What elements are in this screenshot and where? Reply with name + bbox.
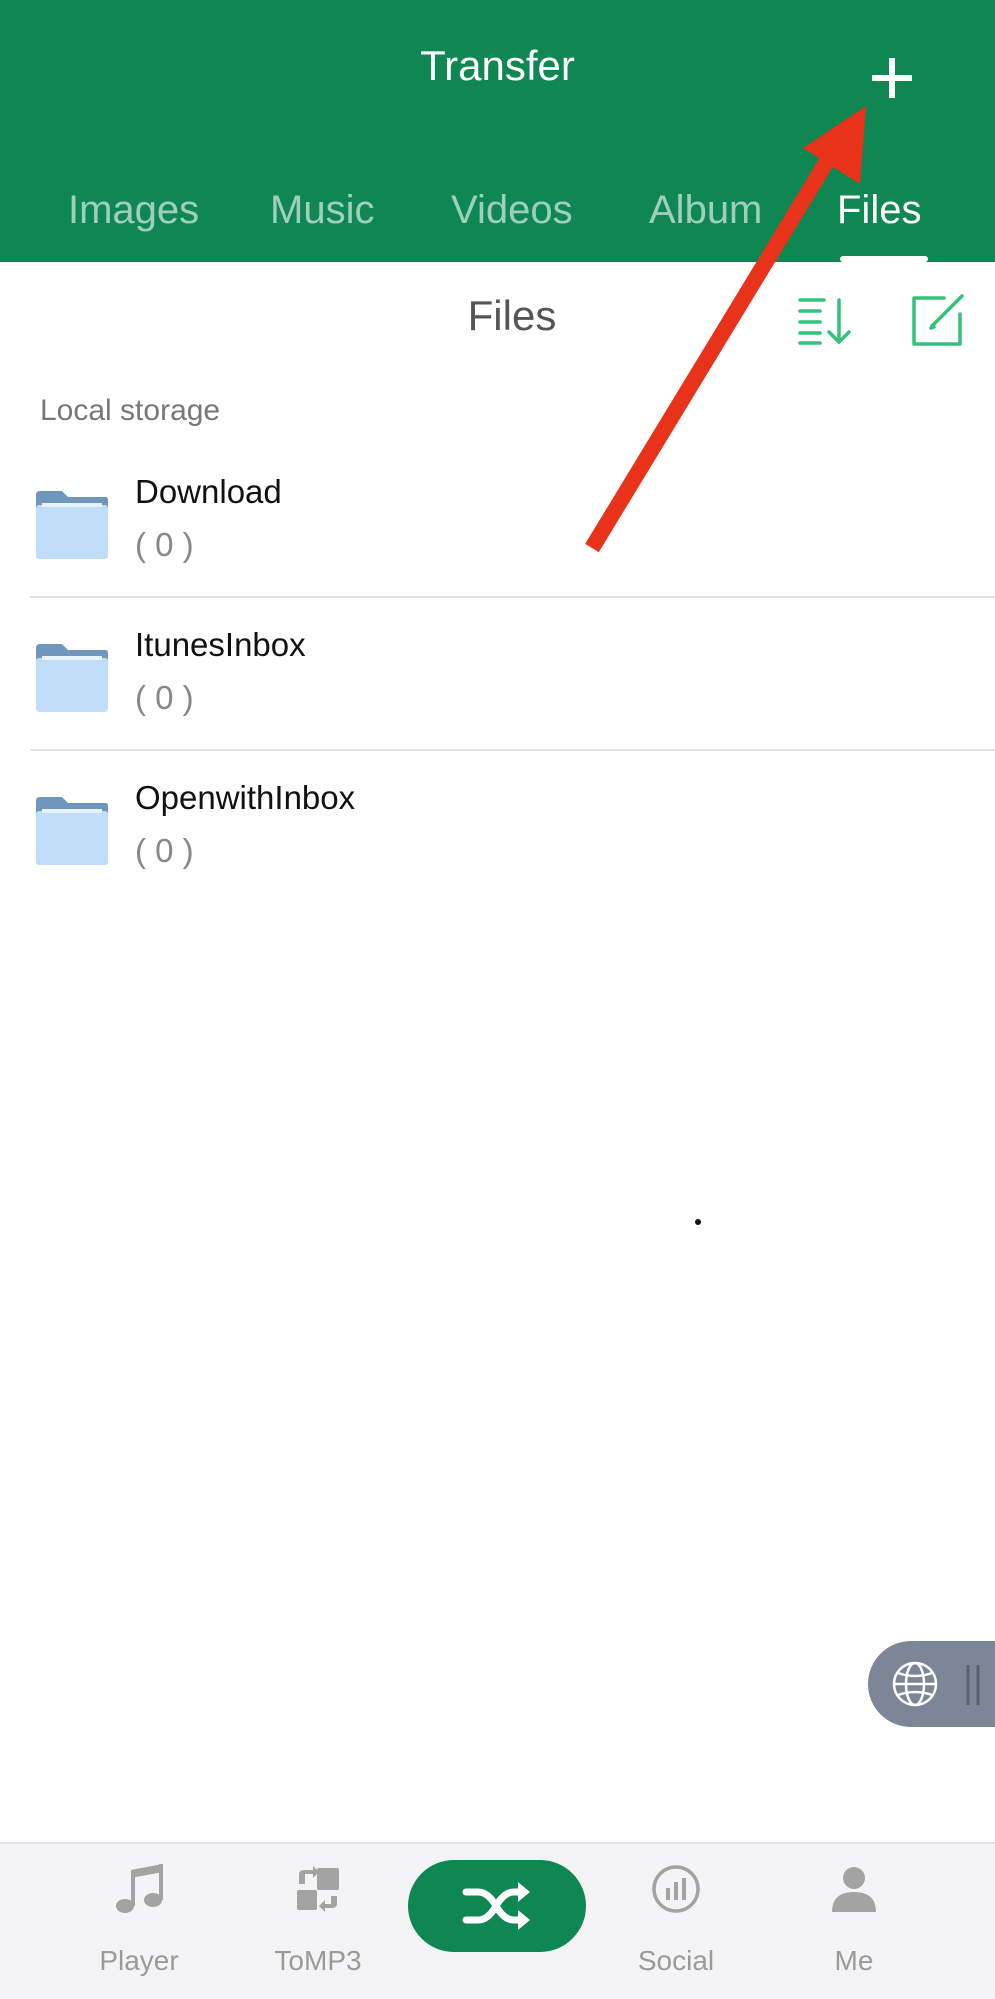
tab-album[interactable]: Album — [649, 188, 762, 233]
nav-tomp3[interactable]: ToMP3 — [243, 1844, 393, 1999]
folder-row-openwithinbox[interactable]: OpenwithInbox ( 0 ) — [0, 751, 995, 904]
convert-icon — [297, 1866, 339, 1912]
edit-icon — [912, 294, 964, 346]
folder-count: ( 0 ) — [135, 832, 194, 869]
folder-icon — [36, 797, 108, 865]
local-storage-label: Local storage — [40, 394, 221, 427]
stray-dot — [695, 1219, 701, 1225]
plus-icon — [872, 58, 912, 98]
person-icon — [832, 1867, 876, 1912]
sort-icon — [798, 298, 851, 345]
nav-social[interactable]: Social — [601, 1844, 751, 1999]
folder-count: ( 0 ) — [135, 526, 194, 563]
folder-row-download[interactable]: Download ( 0 ) — [0, 445, 995, 598]
page-title: Transfer — [420, 42, 575, 89]
folder-name: OpenwithInbox — [135, 779, 356, 816]
drag-handle-icon[interactable] — [964, 1663, 984, 1707]
nav-label: Me — [834, 1945, 874, 1976]
folder-row-itunesinbox[interactable]: ItunesInbox ( 0 ) — [0, 598, 995, 751]
folder-name: Download — [135, 473, 282, 510]
app-header: Transfer Images Music Videos Album Files — [0, 0, 995, 262]
nav-label: ToMP3 — [274, 1945, 362, 1976]
music-note-icon — [116, 1864, 163, 1913]
nav-label: Player — [99, 1945, 179, 1976]
nav-label: Social — [637, 1945, 715, 1976]
floating-web-button[interactable] — [868, 1641, 995, 1727]
folder-icon — [36, 491, 108, 559]
nav-player[interactable]: Player — [64, 1844, 214, 1999]
edit-button[interactable] — [910, 292, 966, 348]
tab-bar: Images Music Videos Album Files — [0, 180, 995, 262]
tab-videos[interactable]: Videos — [451, 188, 573, 233]
globe-icon — [892, 1661, 938, 1707]
tab-files[interactable]: Files — [837, 188, 921, 233]
active-tab-indicator — [840, 256, 928, 262]
chart-icon — [652, 1865, 700, 1913]
folder-name: ItunesInbox — [135, 626, 306, 663]
shuffle-icon — [462, 1882, 530, 1930]
tab-images[interactable]: Images — [68, 188, 199, 233]
nav-me[interactable]: Me — [779, 1844, 929, 1999]
transfer-center-button[interactable] — [408, 1860, 586, 1952]
tab-music[interactable]: Music — [270, 188, 374, 233]
add-button[interactable] — [862, 48, 922, 108]
sort-button[interactable] — [796, 294, 854, 346]
folder-count: ( 0 ) — [135, 679, 194, 716]
folder-icon — [36, 644, 108, 712]
